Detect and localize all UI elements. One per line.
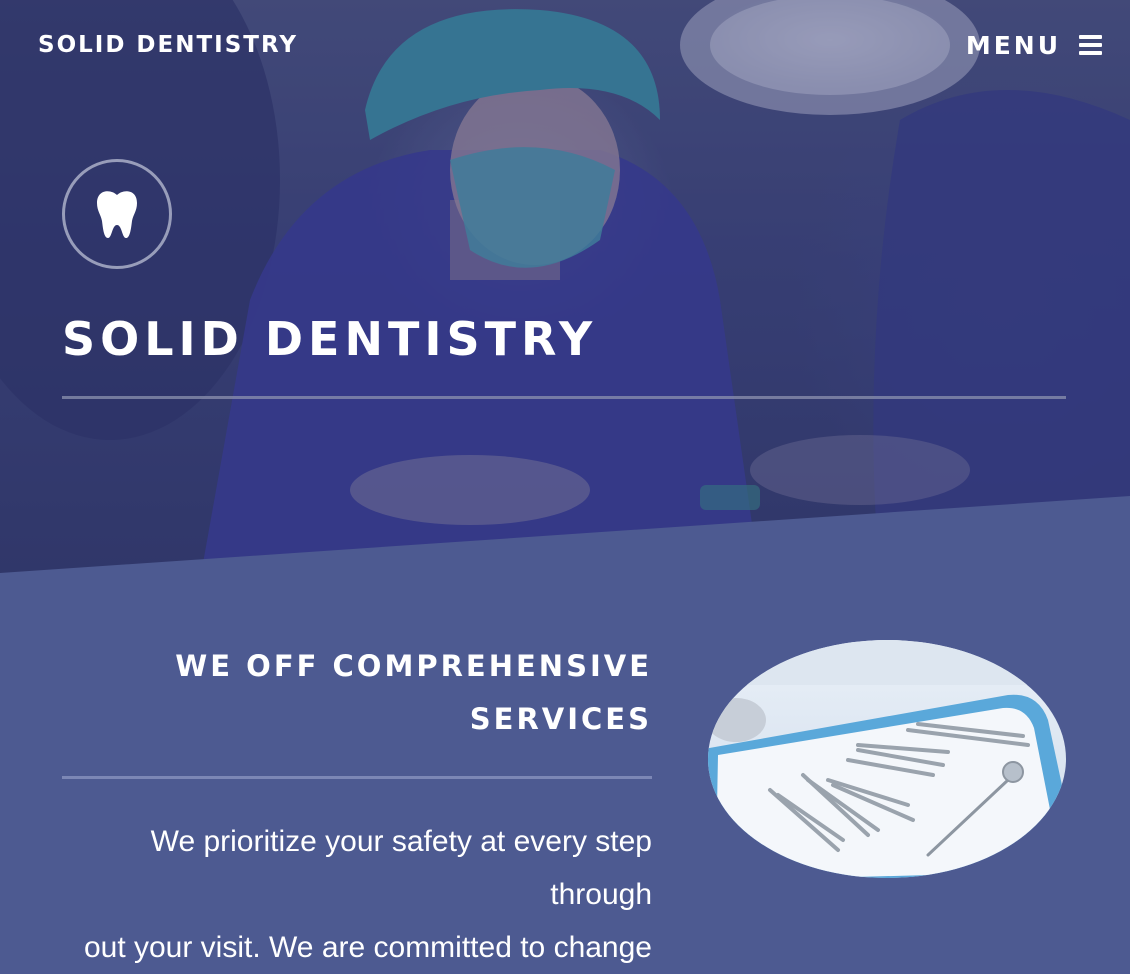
services-divider — [62, 776, 652, 779]
tooth-badge — [62, 159, 172, 269]
hero-divider — [62, 396, 1066, 399]
hero-title: SOLID DENTISTRY — [62, 312, 598, 366]
hamburger-icon — [1079, 35, 1102, 55]
dental-instruments-image — [708, 640, 1066, 878]
menu-label: MENU — [965, 30, 1061, 60]
menu-button[interactable]: MENU — [966, 31, 1102, 60]
brand-logo-link[interactable]: SOLID DENTISTRY — [38, 32, 298, 58]
services-heading: WE OFF COMPREHENSIVE SERVICES — [62, 640, 652, 746]
tooth-icon — [97, 191, 137, 238]
services-heading-line-2: SERVICES — [469, 702, 652, 736]
services-description: We prioritize your safety at every step … — [62, 815, 652, 974]
top-navigation: SOLID DENTISTRY MENU — [38, 28, 1102, 62]
services-description-line-1: We prioritize your safety at every step … — [150, 825, 652, 911]
services-description-line-2: out your visit. We are committed to chan… — [83, 931, 652, 964]
services-heading-line-1: WE OFF COMPREHENSIVE — [175, 649, 652, 683]
